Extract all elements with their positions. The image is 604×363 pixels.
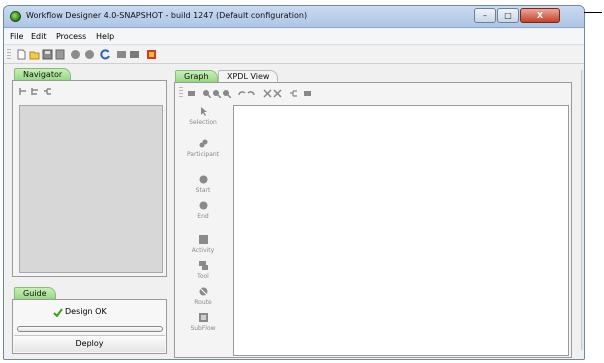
subflow-icon: [198, 313, 208, 322]
palette-start[interactable]: Start: [179, 175, 227, 194]
print-icon[interactable]: [129, 49, 140, 60]
circle-gray-icon[interactable]: [70, 49, 81, 60]
open-folder-icon[interactable]: [29, 49, 40, 60]
new-document-icon[interactable]: [16, 49, 27, 60]
palette-label: End: [197, 213, 209, 220]
menu-edit[interactable]: Edit: [31, 32, 47, 41]
zoom-out-icon[interactable]: [212, 89, 221, 98]
cut-icon[interactable]: [263, 89, 272, 98]
refresh-icon[interactable]: [100, 49, 111, 60]
element-palette: Selection Participant Start End Activity…: [179, 105, 227, 355]
main-toolbar: [4, 46, 584, 64]
zoom-fit-icon[interactable]: [222, 89, 231, 98]
window-title: Workflow Designer 4.0-SNAPSHOT - build 1…: [26, 11, 308, 20]
graph-canvas[interactable]: [233, 105, 569, 356]
save-all-icon[interactable]: [55, 49, 66, 60]
toolbar-grip[interactable]: [7, 49, 11, 61]
graph-toolbar-grip[interactable]: [179, 87, 183, 99]
palette-label: SubFlow: [190, 325, 216, 332]
palette-label: Participant: [186, 151, 220, 158]
vertical-scrollbar[interactable]: [581, 70, 584, 350]
palette-end[interactable]: End: [179, 201, 227, 220]
copy-icon[interactable]: [273, 89, 282, 98]
redo-icon[interactable]: [247, 89, 256, 98]
app-logo-icon: [10, 11, 21, 22]
circle-gray-2-icon[interactable]: [84, 49, 95, 60]
grid-toggle-icon[interactable]: [187, 89, 196, 98]
collapse-icon[interactable]: [31, 87, 39, 96]
check-icon: [53, 308, 63, 317]
start-icon: [199, 175, 207, 184]
title-bar[interactable]: Workflow Designer 4.0-SNAPSHOT - build 1…: [4, 6, 584, 28]
palette-icon[interactable]: [146, 49, 157, 60]
palette-subflow[interactable]: SubFlow: [179, 313, 227, 332]
progress-bar: [17, 326, 163, 332]
graph-panel: Selection Participant Start End Activity…: [174, 82, 572, 358]
palette-activity[interactable]: Activity: [179, 235, 227, 254]
palette-label: Tool: [197, 273, 209, 280]
divider-line: [584, 12, 602, 13]
menu-help[interactable]: Help: [96, 32, 114, 41]
menu-file[interactable]: File: [10, 32, 23, 41]
design-status: Design OK: [65, 307, 107, 316]
navigator-tree[interactable]: [19, 105, 163, 273]
end-icon: [199, 201, 207, 210]
close-button[interactable]: X: [520, 8, 560, 23]
print-graph-icon[interactable]: [303, 89, 312, 98]
menu-process[interactable]: Process: [56, 32, 86, 41]
palette-label: Start: [195, 187, 211, 194]
deploy-button[interactable]: Deploy: [14, 335, 165, 352]
menu-bar: File Edit Process Help: [4, 29, 584, 45]
palette-tool[interactable]: Tool: [179, 261, 227, 280]
grid-icon[interactable]: [116, 49, 127, 60]
activity-icon: [198, 235, 208, 244]
palette-label: Activity: [191, 247, 215, 254]
palette-label: Route: [194, 299, 212, 306]
undo-icon[interactable]: [237, 89, 246, 98]
guide-panel: Design OK Deploy: [12, 299, 167, 354]
arrow-icon: [200, 107, 207, 116]
zoom-in-icon[interactable]: [202, 89, 211, 98]
palette-route[interactable]: Route: [179, 287, 227, 306]
route-icon: [199, 287, 207, 296]
connect-icon[interactable]: [289, 89, 298, 98]
save-icon[interactable]: [42, 49, 53, 60]
palette-label: Selection: [189, 119, 217, 126]
palette-selection[interactable]: Selection: [179, 107, 227, 126]
maximize-button[interactable]: □: [497, 8, 519, 23]
graph-toolbar: [177, 87, 569, 101]
palette-participant[interactable]: Participant: [179, 139, 227, 158]
tool-icon: [198, 261, 208, 270]
minimize-button[interactable]: –: [474, 8, 496, 23]
tree-icon[interactable]: [43, 87, 52, 96]
navigator-panel: [12, 80, 167, 277]
participant-icon: [199, 139, 207, 148]
expand-icon[interactable]: [19, 87, 27, 96]
application-window: Workflow Designer 4.0-SNAPSHOT - build 1…: [3, 5, 585, 360]
